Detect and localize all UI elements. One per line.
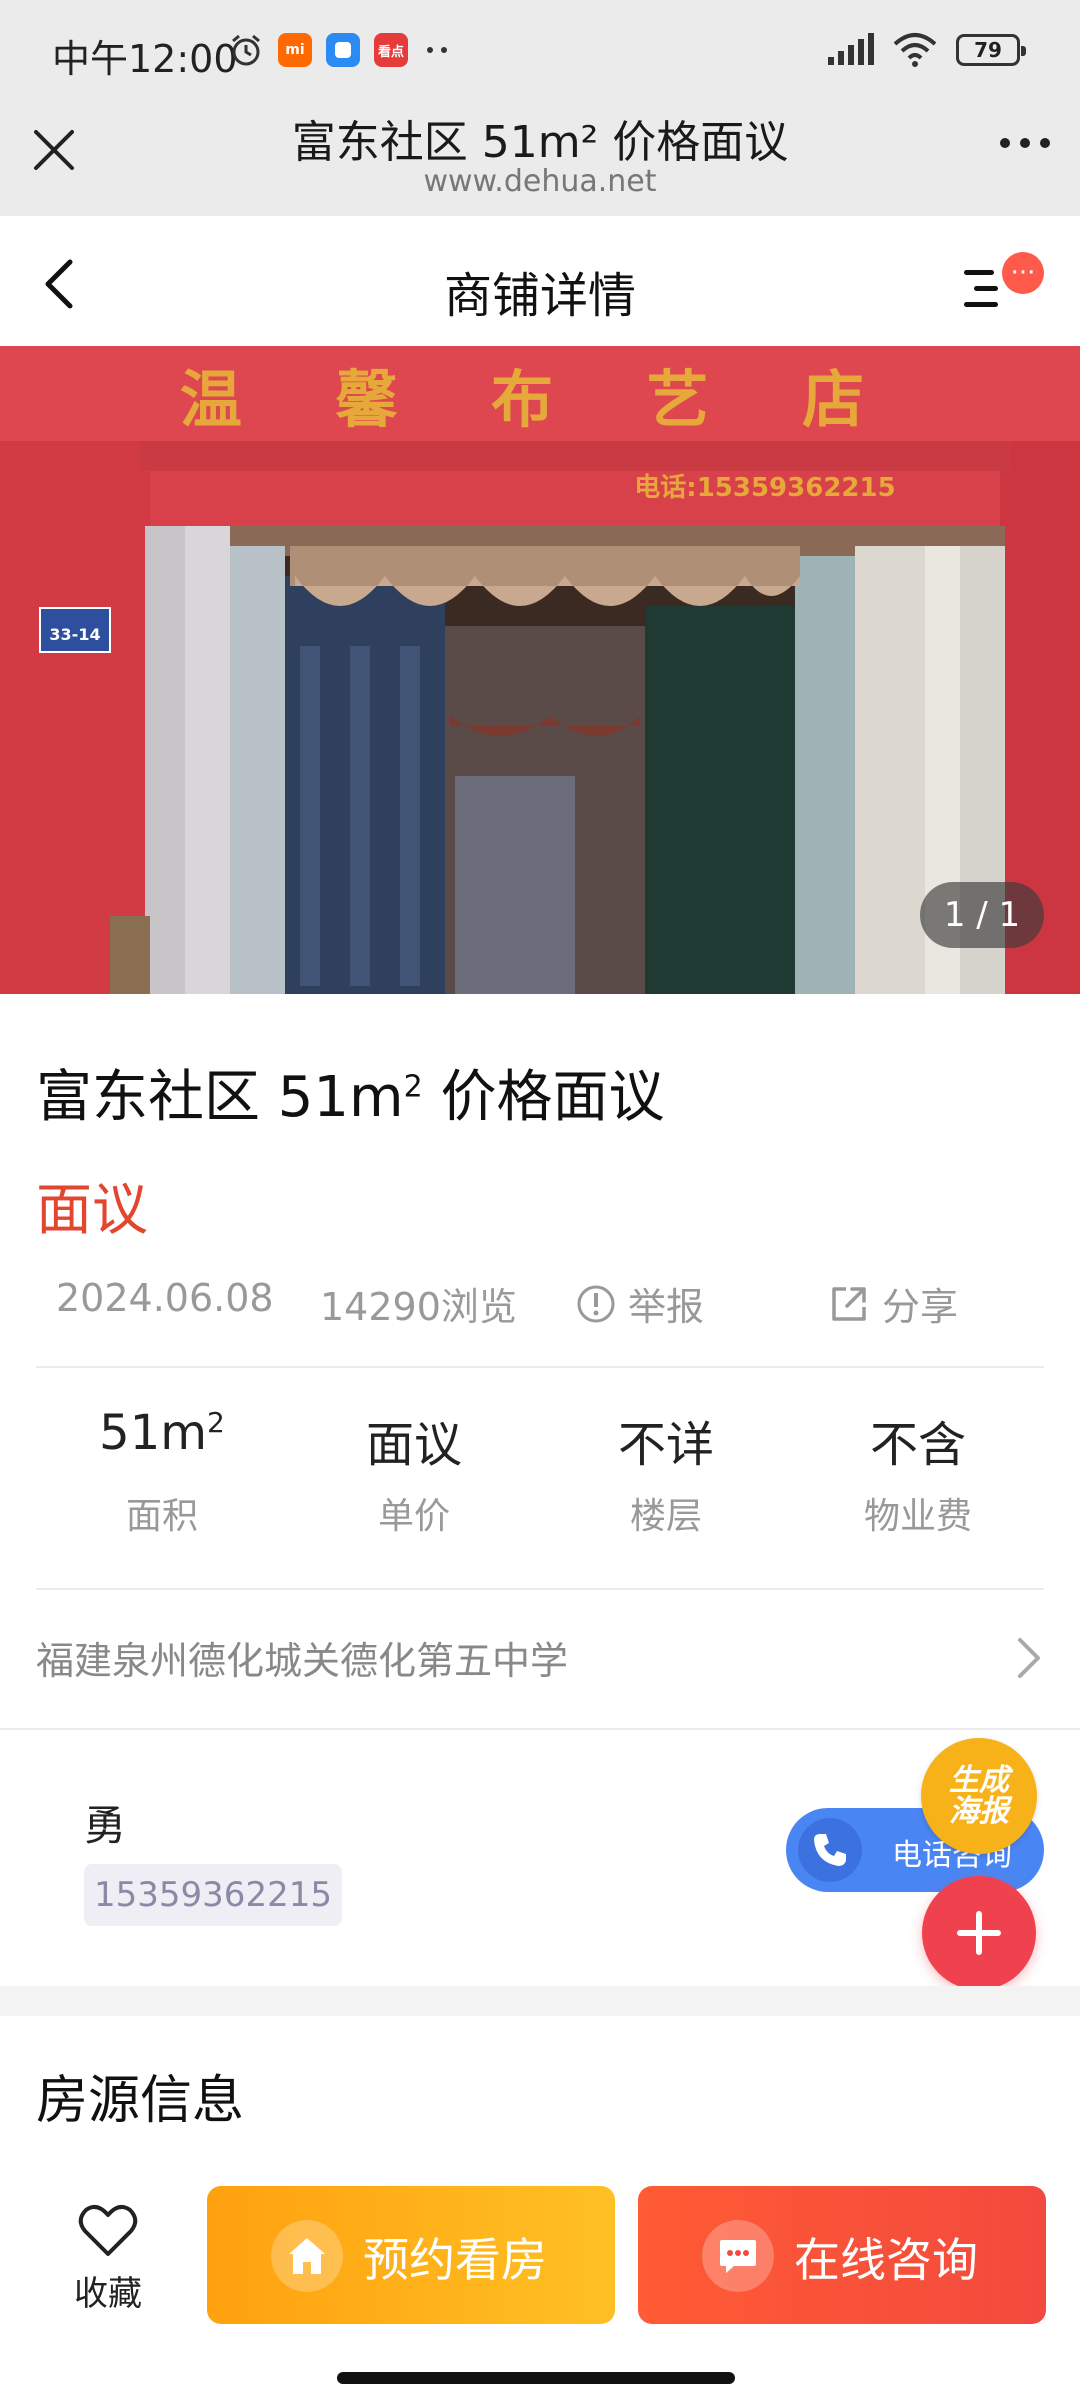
- plus-icon: [957, 1911, 1001, 1955]
- dot-icon: [1000, 138, 1010, 148]
- favorite-button[interactable]: 收藏: [64, 2204, 152, 2315]
- page-title: 商铺详情: [443, 268, 636, 324]
- browser-url: www.dehua.net: [423, 164, 657, 199]
- page-header: 商铺详情 ···: [0, 216, 1080, 346]
- spec-area: 51m2 面积: [36, 1405, 288, 1555]
- phone-icon: [798, 1818, 862, 1882]
- spec-floor: 不详 楼层: [540, 1405, 792, 1555]
- more-notifications-icon: [427, 47, 447, 53]
- blue-app-icon: [326, 33, 360, 67]
- spec-value: 面议: [365, 1417, 462, 1473]
- heart-icon: [78, 2204, 138, 2256]
- spec-value: 不含: [869, 1417, 966, 1473]
- address-row[interactable]: 福建泉州德化城关德化第五中学: [36, 1630, 1044, 1686]
- kandian-app-icon: 看点: [374, 33, 408, 67]
- photo-counter: 1 / 1: [920, 882, 1044, 948]
- view-count: 14290浏览: [320, 1285, 517, 1329]
- spec-value: 不详: [617, 1417, 714, 1473]
- share-icon: [832, 1286, 866, 1321]
- divider: [36, 1588, 1044, 1590]
- section-title-listing-info: 房源信息: [36, 2071, 245, 2131]
- favorite-label: 收藏: [74, 2274, 142, 2314]
- post-date: 2024.06.08: [56, 1276, 274, 1320]
- address-text: 福建泉州德化城关德化第五中学: [36, 1639, 569, 1683]
- wifi-icon: [893, 33, 937, 67]
- chat-icon: [702, 2220, 774, 2292]
- spec-property-fee: 不含 物业费: [792, 1405, 1044, 1555]
- bottom-action-bar: 收藏 预约看房 在线咨询: [0, 2168, 1080, 2348]
- spec-label: 物业费: [863, 1496, 972, 1537]
- status-bar: 中午12:00 mi 看点 79: [0, 0, 1080, 100]
- report-label: 举报: [628, 1285, 705, 1329]
- spec-grid: 51m2 面积 面议 单价 不详 楼层 不含 物业费: [36, 1405, 1044, 1555]
- report-button[interactable]: 举报: [576, 1276, 704, 1331]
- book-viewing-label: 预约看房: [363, 2233, 547, 2287]
- street-plate-number: 33-14: [49, 625, 100, 644]
- warning-icon: [577, 1285, 615, 1322]
- poster-label-line1: 生成: [949, 1762, 1009, 1798]
- listing-title: 富东社区 51m2 价格面议: [36, 1065, 665, 1130]
- shop-photo-illustration: 温 馨 布 艺 店 电话:15359362215 33-14: [0, 346, 1080, 994]
- alarm-icon: [232, 34, 260, 66]
- spec-label: 楼层: [629, 1496, 702, 1537]
- poster-label-line2: 海报: [949, 1794, 1009, 1829]
- spec-label: 单价: [377, 1496, 450, 1537]
- chevron-right-icon: [1018, 1638, 1040, 1678]
- home-indicator[interactable]: [337, 2372, 735, 2384]
- message-badge: ···: [1002, 252, 1044, 294]
- shop-sign-text: 温 馨 布 艺 店: [180, 363, 900, 436]
- status-system-icons: 79: [826, 32, 1026, 68]
- shop-sign-phone: 电话:15359362215: [634, 473, 895, 503]
- online-consult-label: 在线咨询: [794, 2233, 978, 2287]
- status-time: 中午12:00: [52, 37, 238, 81]
- browser-bar: 富东社区 51m² 价格面议 www.dehua.net: [0, 100, 1080, 216]
- divider: [36, 1366, 1044, 1368]
- signal-icon: [828, 33, 874, 65]
- dot-icon: [1020, 138, 1030, 148]
- book-viewing-button[interactable]: 预约看房: [207, 2186, 615, 2324]
- listing-price: 面议: [36, 1178, 148, 1243]
- browser-page-title: 富东社区 51m² 价格面议: [291, 117, 789, 168]
- divider: [0, 1728, 1080, 1730]
- contact-name: 勇: [84, 1801, 127, 1850]
- add-button[interactable]: [922, 1876, 1036, 1990]
- dot-icon: [1040, 138, 1050, 148]
- status-notification-icons: mi 看点: [228, 32, 452, 68]
- listing-meta: 2024.06.08 14290浏览 举报 分享: [56, 1276, 1056, 1329]
- menu-button[interactable]: ···: [960, 252, 1044, 322]
- home-icon: [271, 2220, 343, 2292]
- spec-label: 面积: [125, 1496, 198, 1537]
- contact-phone: 15359362215: [84, 1864, 342, 1926]
- spec-value: 51m2: [99, 1405, 225, 1461]
- more-options-button[interactable]: [1000, 138, 1050, 148]
- generate-poster-button[interactable]: 生成 海报: [921, 1738, 1037, 1854]
- shop-photo[interactable]: 温 馨 布 艺 店 电话:15359362215 33-14 1 / 1: [0, 346, 1080, 994]
- spec-unit-price: 面议 单价: [288, 1405, 540, 1555]
- share-label: 分享: [882, 1285, 959, 1329]
- mi-app-icon: mi: [278, 33, 312, 67]
- online-consult-button[interactable]: 在线咨询: [638, 2186, 1046, 2324]
- share-button[interactable]: 分享: [828, 1276, 958, 1331]
- battery-indicator: 79: [956, 34, 1026, 66]
- section-separator: [0, 1986, 1080, 2016]
